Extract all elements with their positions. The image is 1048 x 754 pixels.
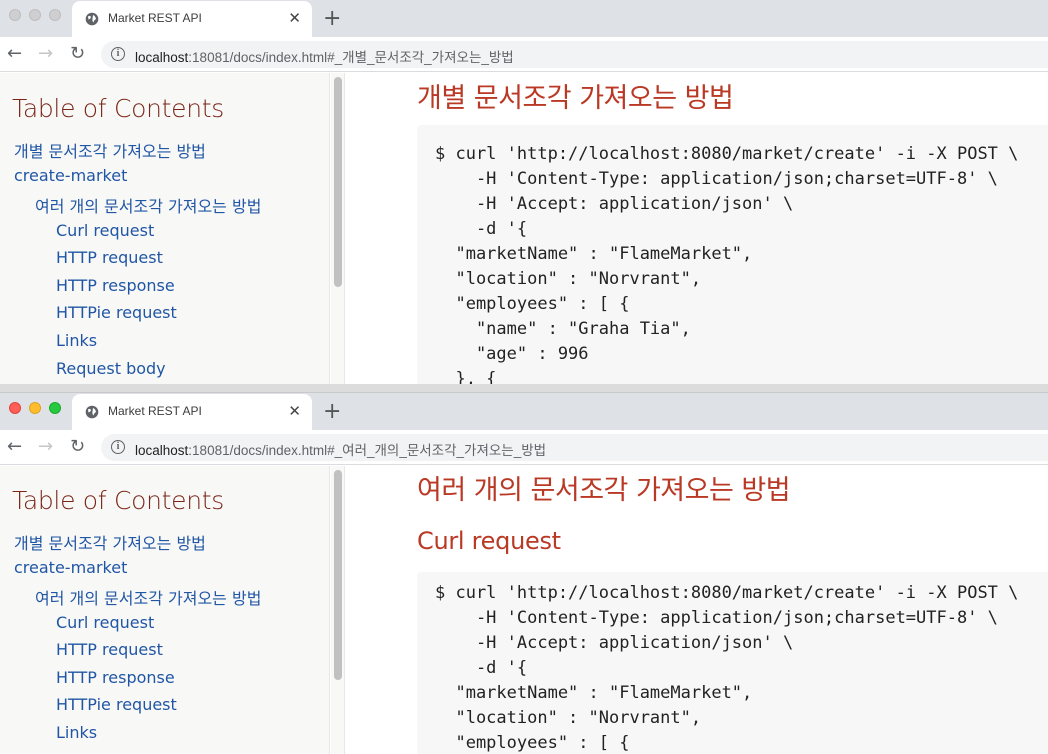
toc-title: Table of Contents: [12, 486, 224, 515]
minimize-window-button[interactable]: [29, 9, 41, 21]
toc-link[interactable]: HTTP request: [56, 640, 163, 659]
toc-link[interactable]: Curl request: [56, 221, 154, 240]
minimize-window-button[interactable]: [29, 402, 41, 414]
toc-link[interactable]: HTTP response: [56, 668, 175, 687]
main-content: 개별 문서조각 가져오는 방법 $ curl 'http://localhost…: [345, 73, 1048, 384]
url-text[interactable]: localhost:18081/docs/index.html#_개별_문서조각…: [135, 46, 514, 66]
page-content: Table of Contents 개별 문서조각 가져오는 방법 create…: [0, 466, 1048, 754]
toc-link[interactable]: Links: [56, 723, 97, 742]
toc-link[interactable]: create-market: [14, 558, 127, 577]
info-icon[interactable]: i: [111, 47, 125, 61]
toc-sidebar: Table of Contents 개별 문서조각 가져오는 방법 create…: [0, 73, 330, 384]
code-text: $ curl 'http://localhost:8080/market/cre…: [435, 144, 1019, 384]
toc-link[interactable]: HTTPie request: [56, 695, 177, 714]
browser-toolbar: ← → ↻ i localhost:18081/docs/index.html#…: [0, 430, 1048, 465]
reload-icon[interactable]: ↻: [70, 436, 85, 457]
zoom-window-button[interactable]: [49, 402, 61, 414]
plus-icon[interactable]: +: [323, 6, 341, 31]
globe-icon: [85, 405, 99, 419]
toc-link[interactable]: 여러 개의 문서조각 가져오는 방법: [35, 193, 261, 217]
tab-strip: Market REST API ✕ +: [0, 393, 1048, 430]
toc-link[interactable]: 개별 문서조각 가져오는 방법: [14, 530, 206, 554]
main-content: 여러 개의 문서조각 가져오는 방법 Curl request $ curl '…: [345, 466, 1048, 754]
code-text: $ curl 'http://localhost:8080/market/cre…: [435, 583, 1019, 753]
arrow-left-icon[interactable]: ←: [7, 43, 22, 64]
toc-link[interactable]: HTTP request: [56, 248, 163, 267]
toc-link[interactable]: Request body: [56, 359, 166, 378]
arrow-right-icon[interactable]: →: [38, 43, 53, 64]
arrow-left-icon[interactable]: ←: [7, 436, 22, 457]
globe-icon: [85, 12, 99, 26]
window-gap: [0, 384, 1048, 392]
url-host: localhost: [135, 443, 189, 458]
url-text[interactable]: localhost:18081/docs/index.html#_여러_개의_문…: [135, 439, 546, 459]
window-controls: [9, 9, 61, 21]
tab-strip: Market REST API ✕ +: [0, 0, 1048, 37]
address-bar[interactable]: i localhost:18081/docs/index.html#_개별_문서…: [101, 41, 1048, 68]
zoom-window-button[interactable]: [49, 9, 61, 21]
tab-title: Market REST API: [108, 11, 202, 25]
close-icon[interactable]: ✕: [288, 9, 301, 27]
toc-link[interactable]: create-market: [14, 166, 127, 185]
arrow-right-icon[interactable]: →: [38, 436, 53, 457]
close-window-button[interactable]: [9, 402, 21, 414]
info-icon[interactable]: i: [111, 440, 125, 454]
toc-scrollbar[interactable]: [331, 73, 345, 384]
address-bar[interactable]: i localhost:18081/docs/index.html#_여러_개의…: [101, 434, 1048, 461]
browser-window-bottom: Market REST API ✕ + ← → ↻ i localhost:18…: [0, 392, 1048, 754]
toc-link[interactable]: 여러 개의 문서조각 가져오는 방법: [35, 585, 261, 609]
reload-icon[interactable]: ↻: [70, 43, 85, 64]
browser-tab[interactable]: Market REST API ✕: [72, 394, 312, 430]
url-path: :18081/docs/index.html#_여러_개의_문서조각_가져오는_…: [188, 443, 547, 458]
browser-tab[interactable]: Market REST API ✕: [72, 1, 312, 37]
close-icon[interactable]: ✕: [288, 402, 301, 420]
window-controls: [9, 402, 61, 414]
code-block: $ curl 'http://localhost:8080/market/cre…: [417, 125, 1048, 384]
plus-icon[interactable]: +: [323, 399, 341, 424]
toc-scrollbar[interactable]: [331, 466, 345, 754]
toc-link[interactable]: Links: [56, 331, 97, 350]
toc-link[interactable]: HTTPie request: [56, 303, 177, 322]
page-content: Table of Contents 개별 문서조각 가져오는 방법 create…: [0, 73, 1048, 384]
browser-toolbar: ← → ↻ i localhost:18081/docs/index.html#…: [0, 37, 1048, 72]
url-path: :18081/docs/index.html#_개별_문서조각_가져오는_방법: [188, 50, 514, 65]
close-window-button[interactable]: [9, 9, 21, 21]
toc-link[interactable]: Curl request: [56, 613, 154, 632]
toc-sidebar: Table of Contents 개별 문서조각 가져오는 방법 create…: [0, 466, 330, 754]
tab-title: Market REST API: [108, 404, 202, 418]
scrollbar-thumb[interactable]: [334, 77, 342, 287]
toc-title: Table of Contents: [12, 94, 224, 123]
section-heading: 개별 문서조각 가져오는 방법: [417, 83, 734, 114]
section-heading: 여러 개의 문서조각 가져오는 방법: [417, 475, 791, 506]
url-host: localhost: [135, 50, 189, 65]
scrollbar-thumb[interactable]: [334, 470, 342, 680]
toc-link[interactable]: HTTP response: [56, 276, 175, 295]
browser-window-top: Market REST API ✕ + ← → ↻ i localhost:18…: [0, 0, 1048, 384]
code-block: $ curl 'http://localhost:8080/market/cre…: [417, 572, 1048, 754]
subsection-heading: Curl request: [417, 527, 561, 555]
toc-link[interactable]: 개별 문서조각 가져오는 방법: [14, 138, 206, 162]
